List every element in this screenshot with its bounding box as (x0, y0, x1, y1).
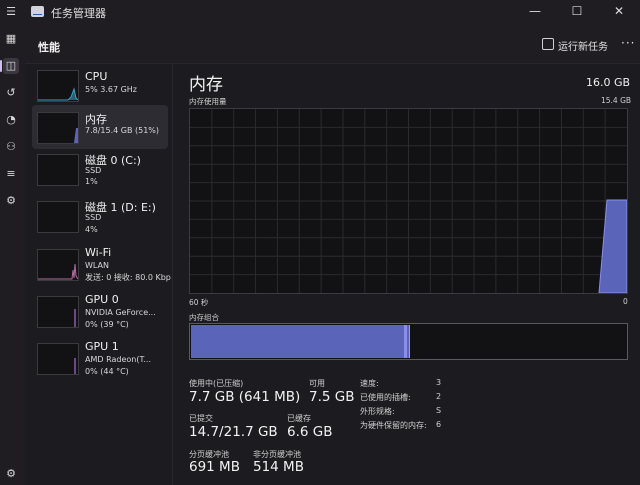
sidebar-item-label: Wi-Fi (85, 246, 112, 259)
memory-heading: 内存 (189, 75, 223, 95)
memory-composition-bar (189, 323, 628, 360)
gpu0-thumbnail (37, 296, 79, 328)
processes-icon[interactable]: ▦ (3, 31, 19, 47)
cached-label: 已缓存 (287, 414, 311, 423)
reserved-value: 6 (436, 420, 442, 429)
more-options-icon[interactable]: ··· (621, 36, 635, 50)
in-use-label: 使用中(已压缩) (189, 379, 244, 388)
window-title: 任务管理器 (51, 7, 106, 20)
usage-label: 内存使用量 (189, 97, 227, 106)
composition-modified (404, 325, 407, 358)
run-new-task-button[interactable]: 运行新任务 (558, 38, 608, 53)
sidebar-item-label: GPU 1 (85, 340, 119, 353)
services-icon[interactable]: ⚙ (3, 193, 19, 209)
disk0-thumbnail (37, 154, 79, 186)
performance-icon[interactable]: ◫ (3, 58, 19, 74)
sidebar-item-detail: NVIDIA GeForce... (85, 308, 156, 317)
app-icon (31, 6, 44, 17)
sidebar-divider (172, 64, 173, 485)
run-task-icon[interactable] (542, 38, 554, 50)
available-label: 可用 (309, 379, 325, 388)
speed-label: 速度: (360, 379, 379, 388)
sidebar-item-detail: AMD Radeon(T... (85, 355, 152, 364)
sidebar-item-detail: 5% 3.67 GHz (85, 85, 138, 94)
cached-value: 6.6 GB (287, 424, 333, 440)
usage-max: 15.4 GB (601, 96, 632, 105)
app-history-icon[interactable]: ↺ (3, 85, 19, 101)
speed-value: 3 (436, 378, 442, 387)
sidebar-item-usage: 0% (39 °C) (85, 320, 129, 329)
sidebar-item-label: GPU 0 (85, 293, 119, 306)
page-title: 性能 (38, 41, 60, 54)
users-icon[interactable]: ⚇ (3, 139, 19, 155)
gpu1-thumbnail (37, 343, 79, 375)
slots-label: 已使用的插槽: (360, 393, 411, 402)
time-axis-left: 60 秒 (189, 298, 209, 307)
sidebar-item-detail: WLAN (85, 261, 110, 270)
reserved-label: 为硬件保留的内存: (360, 421, 427, 430)
hamburger-menu-icon[interactable]: ☰ (3, 4, 19, 20)
memory-thumbnail (37, 112, 79, 144)
minimize-button[interactable]: — (514, 0, 556, 24)
sidebar-item-label: CPU (85, 70, 108, 83)
sidebar-item-usage: 发送: 0 接收: 80.0 Kbp (85, 273, 171, 282)
slots-value: 2 (436, 392, 442, 401)
sidebar-item-detail: SSD (85, 166, 102, 175)
form-factor-label: 外形规格: (360, 407, 395, 416)
time-axis-right: 0 (623, 297, 628, 306)
composition-label: 内存组合 (189, 313, 219, 322)
sidebar-item-usage: 4% (85, 225, 98, 234)
available-value: 7.5 GB (309, 389, 355, 405)
startup-apps-icon[interactable]: ◔ (3, 112, 19, 128)
memory-usage-graph (189, 108, 628, 294)
settings-icon[interactable]: ⚙ (3, 466, 19, 482)
sidebar-item-label: 内存 (85, 113, 107, 126)
sidebar-item-usage: 0% (44 °C) (85, 367, 129, 376)
cpu-thumbnail (37, 70, 79, 102)
committed-value: 14.7/21.7 GB (189, 424, 278, 440)
usage-area (598, 199, 627, 293)
composition-in-use (191, 325, 410, 358)
memory-total: 16.0 GB (586, 76, 631, 89)
details-icon[interactable]: ≡ (3, 166, 19, 182)
form-factor-value: S (436, 406, 442, 415)
sidebar-item-detail: 7.8/15.4 GB (51%) (85, 126, 160, 135)
maximize-button[interactable]: ☐ (556, 0, 598, 24)
close-button[interactable]: ✕ (598, 0, 640, 24)
committed-label: 已提交 (189, 414, 213, 423)
sidebar-item-detail: SSD (85, 213, 102, 222)
disk1-thumbnail (37, 201, 79, 233)
sidebar-item-usage: 1% (85, 177, 98, 186)
wifi-thumbnail (37, 249, 79, 281)
paged-pool-value: 691 MB (189, 459, 240, 475)
in-use-value: 7.7 GB (641 MB) (189, 389, 301, 405)
active-indicator (0, 60, 2, 72)
usage-graph-svg (190, 109, 627, 293)
nonpaged-pool-value: 514 MB (253, 459, 304, 475)
